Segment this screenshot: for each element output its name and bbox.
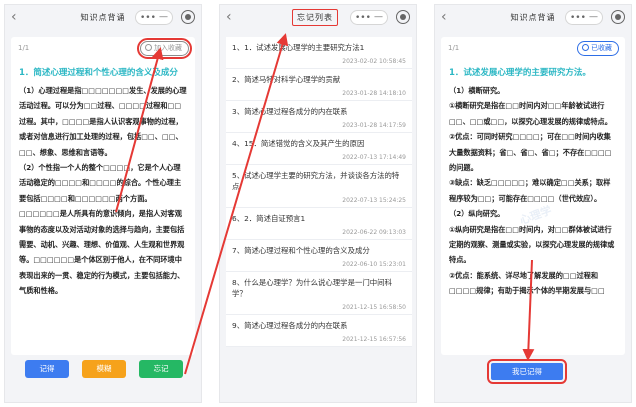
back-icon[interactable]: ‹ xyxy=(226,9,232,25)
list-item-date: 2022-06-22 09:13:03 xyxy=(342,229,406,236)
vague-button[interactable]: 模糊 xyxy=(82,360,126,378)
answer-paragraph: （2）纵向研究。 xyxy=(449,209,505,219)
list-item-date: 2023-02-02 10:58:45 xyxy=(342,58,406,65)
list-item[interactable]: 9、简述心理过程各成分的内在联系 2021-12-15 16:57:56 xyxy=(226,315,412,347)
add-favorite-button[interactable]: 加入收藏 xyxy=(137,38,192,59)
favorite-circle-icon xyxy=(145,44,152,51)
answer-paragraph: （1）横断研究。 xyxy=(449,86,505,95)
i-remember-button[interactable]: 我已记得 xyxy=(487,359,567,384)
answer-paragraph: ③缺点：缺乏□□□□□；难以确定□□关系；取样程序较为□□；可能存在□□□□（世… xyxy=(449,178,611,203)
list-item-date: 2023-01-28 14:18:10 xyxy=(342,90,406,97)
list-item[interactable]: 3、简述心理过程各成分的内在联系 2023-01-28 14:17:59 xyxy=(226,101,412,133)
phone-recite-detail-screen: ‹ 知识点背诵 ••• — 1/1 已收藏 1．试述发展心理学的主要研究方法。 … xyxy=(434,4,632,403)
recall-button-bar: 记得 模糊 忘记 xyxy=(5,360,201,390)
minimize-icon[interactable]: — xyxy=(589,12,598,22)
list-item-date: 2022-06-10 15:23:01 xyxy=(342,261,406,268)
more-icon[interactable]: ••• xyxy=(355,13,371,23)
phone-forget-list-screen: ‹ 忘记列表 ••• — 1、1．试述发展心理学的主要研究方法1 2023-02-… xyxy=(219,4,417,403)
list-item[interactable]: 4、15．简述错觉的含义及其产生的原因 2022-07-13 17:14:49 xyxy=(226,133,412,165)
minimize-icon[interactable]: — xyxy=(159,12,168,22)
list-item-date: 2022-07-13 17:14:49 xyxy=(342,154,406,161)
remember-button[interactable]: 记得 xyxy=(25,360,69,378)
list-item-title: 3、简述心理过程各成分的内在联系 xyxy=(232,107,348,116)
mini-program-capsule[interactable]: ••• — xyxy=(565,10,603,25)
page-counter: 1/1 xyxy=(448,44,460,52)
list-item-title: 2、简述马特对科学心理学的贡献 xyxy=(232,75,341,84)
answer-paragraph: ②优点：可同时研究□□□□；可在□□时间内收集大量数据资料；省□、省□、省□；不… xyxy=(449,132,612,173)
list-item-date: 2021-12-15 16:58:50 xyxy=(342,304,406,311)
list-item[interactable]: 5、试述心理学主要的研究方法，并谈谈各方法的特点 2022-07-13 15:24… xyxy=(226,165,412,208)
mini-program-capsule[interactable]: ••• — xyxy=(350,10,388,25)
list-item-title: 4、15．简述错觉的含义及其产生的原因 xyxy=(232,139,365,148)
list-item[interactable]: 6、2．简述自证预言1 2022-06-22 09:13:03 xyxy=(226,208,412,240)
page-counter: 1/1 xyxy=(18,44,30,52)
question-card: 1/1 已收藏 1．试述发展心理学的主要研究方法。 （1）横断研究。 ①横断研究… xyxy=(441,37,625,355)
forget-list: 1、1．试述发展心理学的主要研究方法1 2023-02-02 10:58:45 2… xyxy=(226,37,412,347)
minimize-icon[interactable]: — xyxy=(374,12,383,22)
list-item-date: 2021-12-15 16:57:56 xyxy=(342,336,406,343)
question-card: 1/1 加入收藏 1．简述心理过程和个性心理的含义及成分 （1）心理过程是指□□… xyxy=(11,37,195,355)
nav-bar: ‹ 知识点背诵 ••• — xyxy=(435,5,631,31)
mini-program-capsule[interactable]: ••• — xyxy=(135,10,173,25)
more-icon[interactable]: ••• xyxy=(140,13,156,23)
question-title: 1．简述心理过程和个性心理的含义及成分 xyxy=(19,68,178,78)
nav-bar: ‹ 知识点背诵 ••• — xyxy=(5,5,201,31)
list-item-date: 2023-01-28 14:17:59 xyxy=(342,122,406,129)
answer-body: （1）心理过程是指□□□□□□□发生、发展的心理活动过程。可以分为□□过程、□□… xyxy=(19,83,187,299)
list-item-title: 7、简述心理过程和个性心理的含义及成分 xyxy=(232,246,370,255)
more-icon[interactable]: ••• xyxy=(570,13,586,23)
answer-paragraph: （2）个性指一个人的整个□□□□，它是个人心理活动稳定的□□□□和□□□□的综合… xyxy=(19,163,185,296)
list-item-title: 6、2．简述自证预言1 xyxy=(232,214,306,223)
phone-recite-screen: ‹ 知识点背诵 ••• — 1/1 加入收藏 1．简述心理过程和个性心理的含义及… xyxy=(4,4,202,403)
answer-body: （1）横断研究。 ①横断研究是指在□□时间内对□□年龄被试进行□□、□□或□□，… xyxy=(449,83,617,299)
answer-paragraph: ①纵向研究是指在□□时间内，对□□群体被试进行定期的观察、测量或实验，以探究心理… xyxy=(449,224,615,265)
favorited-label: 已收藏 xyxy=(591,44,612,52)
list-item-title: 9、简述心理过程各成分的内在联系 xyxy=(232,321,348,330)
list-item-date: 2022-07-13 15:24:25 xyxy=(342,197,406,204)
list-item-title: 5、试述心理学主要的研究方法，并谈谈各方法的特点 xyxy=(232,171,400,191)
list-item[interactable]: 7、简述心理过程和个性心理的含义及成分 2022-06-10 15:23:01 xyxy=(226,240,412,272)
close-target-icon[interactable] xyxy=(611,10,625,24)
list-item-title: 8、什么是心理学？为什么说心理学是一门中间科学？ xyxy=(232,278,392,298)
add-favorite-label: 加入收藏 xyxy=(154,44,182,52)
answer-paragraph: （1）心理过程是指□□□□□□□发生、发展的心理活动过程。可以分为□□过程、□□… xyxy=(19,86,187,157)
list-item[interactable]: 2、简述马特对科学心理学的贡献 2023-01-28 14:18:10 xyxy=(226,69,412,101)
question-title: 1．试述发展心理学的主要研究方法。 xyxy=(449,68,591,78)
favorite-circle-icon xyxy=(582,44,589,51)
list-item[interactable]: 1、1．试述发展心理学的主要研究方法1 2023-02-02 10:58:45 xyxy=(226,37,412,69)
close-target-icon[interactable] xyxy=(396,10,410,24)
list-item[interactable]: 8、什么是心理学？为什么说心理学是一门中间科学？ 2021-12-15 16:58… xyxy=(226,272,412,315)
nav-bar: ‹ 忘记列表 ••• — xyxy=(220,5,416,31)
answer-paragraph: ①横断研究是指在□□时间内对□□年龄被试进行□□、□□或□□，以探究心理发展的规… xyxy=(449,101,612,126)
favorited-button[interactable]: 已收藏 xyxy=(577,41,619,56)
forget-button[interactable]: 忘记 xyxy=(139,360,183,378)
screenshot-collage: ‹ 知识点背诵 ••• — 1/1 加入收藏 1．简述心理过程和个性心理的含义及… xyxy=(0,0,636,407)
page-title: 忘记列表 xyxy=(292,9,338,26)
close-target-icon[interactable] xyxy=(181,10,195,24)
list-item-title: 1、1．试述发展心理学的主要研究方法1 xyxy=(232,43,365,52)
answer-paragraph: ②优点：能系统、详尽地了解发展的□□过程和□□□□规律；有助于揭示个体的早期发展… xyxy=(449,270,605,296)
